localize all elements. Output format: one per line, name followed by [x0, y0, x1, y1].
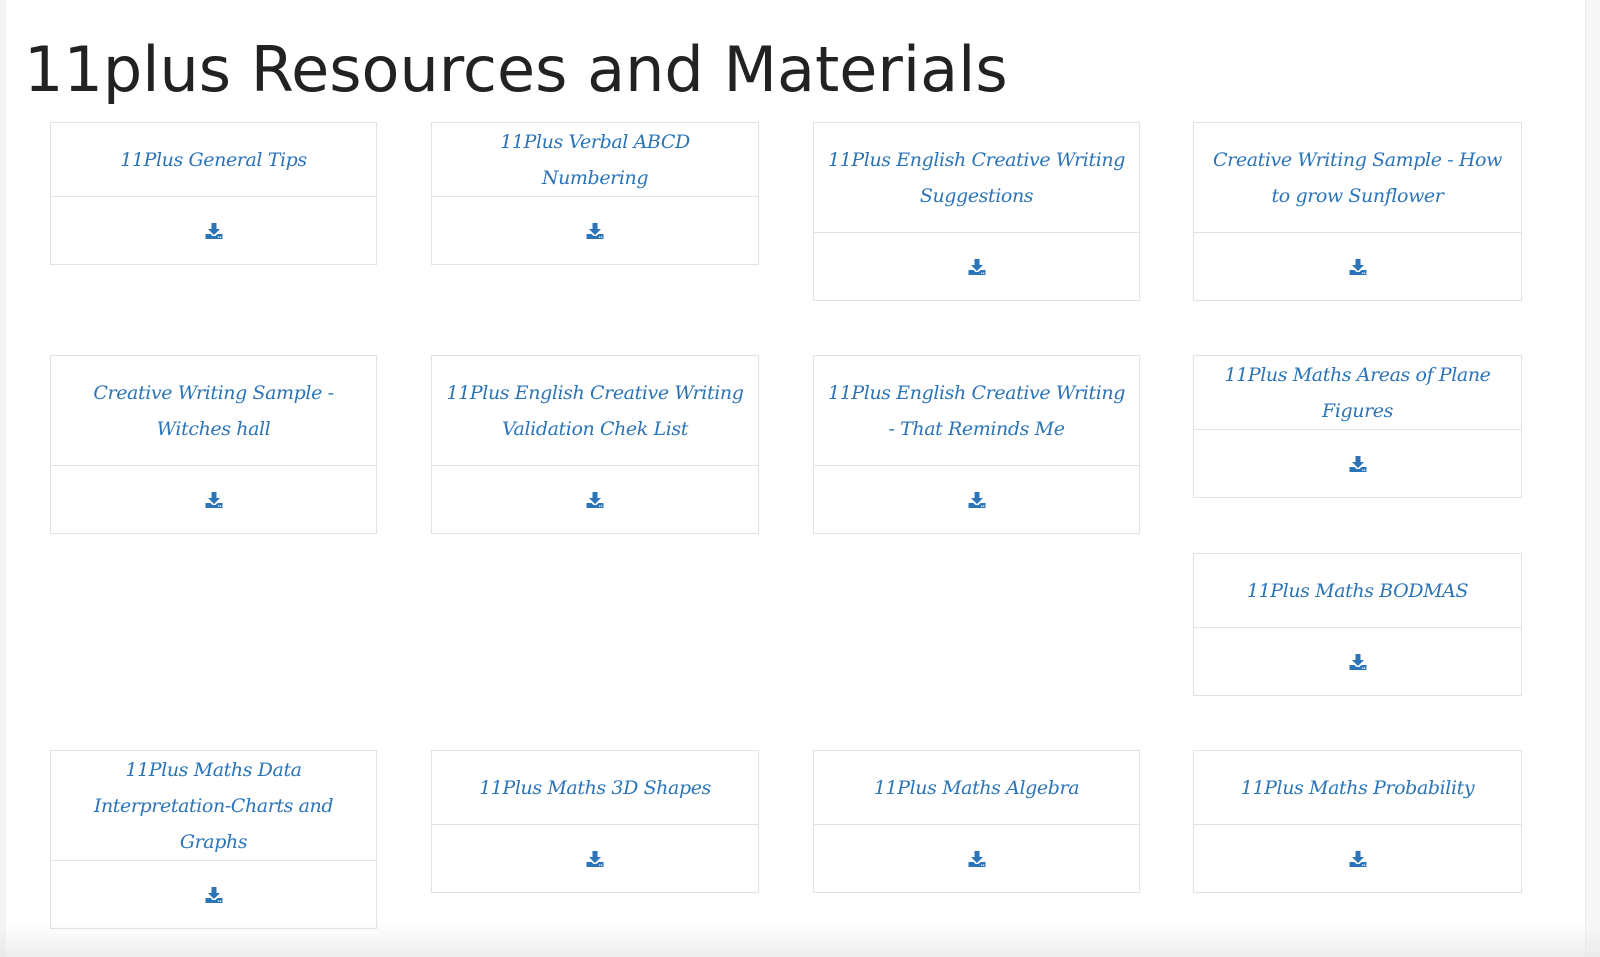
card-action	[814, 825, 1139, 892]
resource-link[interactable]: 11Plus Maths BODMAS	[1247, 573, 1469, 609]
download-icon	[1349, 850, 1366, 867]
resource-link[interactable]: 11Plus English Creative Writing - That R…	[828, 375, 1125, 447]
download-icon	[1349, 653, 1366, 670]
card-title: 11Plus English Creative Writing Suggesti…	[814, 123, 1139, 233]
download-button[interactable]	[1346, 452, 1370, 476]
download-icon	[1349, 455, 1366, 472]
resource-card-algebra: 11Plus Maths Algebra	[813, 750, 1140, 893]
card-title: 11Plus English Creative Writing Validati…	[432, 356, 758, 466]
card-action	[51, 197, 376, 264]
download-icon	[205, 886, 222, 903]
card-title: Creative Writing Sample - How to grow Su…	[1194, 123, 1521, 233]
download-icon	[586, 222, 604, 239]
download-icon	[1349, 258, 1366, 275]
download-button[interactable]	[202, 883, 226, 907]
card-title: 11Plus Maths 3D Shapes	[432, 751, 758, 825]
resource-link[interactable]: 11Plus Maths Algebra	[874, 770, 1080, 806]
download-button[interactable]	[1346, 650, 1370, 674]
download-button[interactable]	[583, 847, 607, 871]
scrollbar-track[interactable]	[1585, 0, 1600, 957]
download-icon	[968, 258, 985, 275]
resource-card-that-reminds-me: 11Plus English Creative Writing - That R…	[813, 355, 1140, 534]
card-action	[432, 825, 758, 892]
card-action	[432, 466, 758, 533]
resource-card-general-tips: 11Plus General Tips	[50, 122, 377, 265]
download-button[interactable]	[965, 255, 989, 279]
resource-card-witches-hall: Creative Writing Sample - Witches hall	[50, 355, 377, 534]
resource-card-probability: 11Plus Maths Probability	[1193, 750, 1522, 893]
download-button[interactable]	[1346, 255, 1370, 279]
download-button[interactable]	[965, 488, 989, 512]
resource-card-bodmas: 11Plus Maths BODMAS	[1193, 553, 1522, 696]
download-icon	[586, 491, 604, 508]
resource-link[interactable]: 11Plus Maths Areas of Plane Figures	[1208, 357, 1507, 429]
download-icon	[968, 850, 985, 867]
card-title: 11Plus Maths Data Interpretation-Charts …	[51, 751, 376, 861]
card-title: 11Plus Maths BODMAS	[1194, 554, 1521, 628]
download-icon	[586, 850, 604, 867]
resource-link[interactable]: 11Plus Maths Data Interpretation-Charts …	[65, 752, 362, 860]
resource-link[interactable]: Creative Writing Sample - Witches hall	[65, 375, 362, 447]
page: 11plus Resources and Materials 11Plus Ge…	[6, 0, 1600, 957]
download-button[interactable]	[583, 488, 607, 512]
card-title: 11Plus General Tips	[51, 123, 376, 197]
download-icon	[968, 491, 985, 508]
card-action	[1194, 233, 1521, 300]
resource-link[interactable]: 11Plus Maths 3D Shapes	[479, 770, 711, 806]
card-action	[432, 197, 758, 264]
card-action	[814, 466, 1139, 533]
card-action	[1194, 430, 1521, 497]
card-title: 11Plus English Creative Writing - That R…	[814, 356, 1139, 466]
download-button[interactable]	[1346, 847, 1370, 871]
resource-card-3d-shapes: 11Plus Maths 3D Shapes	[431, 750, 759, 893]
download-button[interactable]	[202, 219, 226, 243]
resource-card-sunflower: Creative Writing Sample - How to grow Su…	[1193, 122, 1522, 301]
card-action	[814, 233, 1139, 300]
download-icon	[205, 222, 222, 239]
card-title: 11Plus Verbal ABCD Numbering	[432, 123, 758, 197]
download-icon	[205, 491, 222, 508]
page-title: 11plus Resources and Materials	[24, 33, 1008, 106]
card-action	[1194, 825, 1521, 892]
resource-link[interactable]: 11Plus General Tips	[120, 142, 307, 178]
download-button[interactable]	[583, 219, 607, 243]
card-action	[51, 466, 376, 533]
download-button[interactable]	[965, 847, 989, 871]
download-button[interactable]	[202, 488, 226, 512]
card-title: 11Plus Maths Areas of Plane Figures	[1194, 356, 1521, 430]
resource-link[interactable]: 11Plus Maths Probability	[1241, 770, 1475, 806]
card-title: Creative Writing Sample - Witches hall	[51, 356, 376, 466]
resource-card-data-interpretation: 11Plus Maths Data Interpretation-Charts …	[50, 750, 377, 929]
resource-card-areas-plane-figures: 11Plus Maths Areas of Plane Figures	[1193, 355, 1522, 498]
resource-link[interactable]: 11Plus English Creative Writing Validati…	[446, 375, 744, 447]
resource-link[interactable]: 11Plus English Creative Writing Suggesti…	[828, 142, 1125, 214]
resource-card-english-creative-writing-suggestions: 11Plus English Creative Writing Suggesti…	[813, 122, 1140, 301]
resource-card-verbal-abcd: 11Plus Verbal ABCD Numbering	[431, 122, 759, 265]
card-title: 11Plus Maths Algebra	[814, 751, 1139, 825]
card-action	[51, 861, 376, 928]
resource-card-validation-checklist: 11Plus English Creative Writing Validati…	[431, 355, 759, 534]
card-action	[1194, 628, 1521, 695]
resource-link[interactable]: Creative Writing Sample - How to grow Su…	[1208, 142, 1507, 214]
card-title: 11Plus Maths Probability	[1194, 751, 1521, 825]
resource-link[interactable]: 11Plus Verbal ABCD Numbering	[446, 124, 744, 196]
